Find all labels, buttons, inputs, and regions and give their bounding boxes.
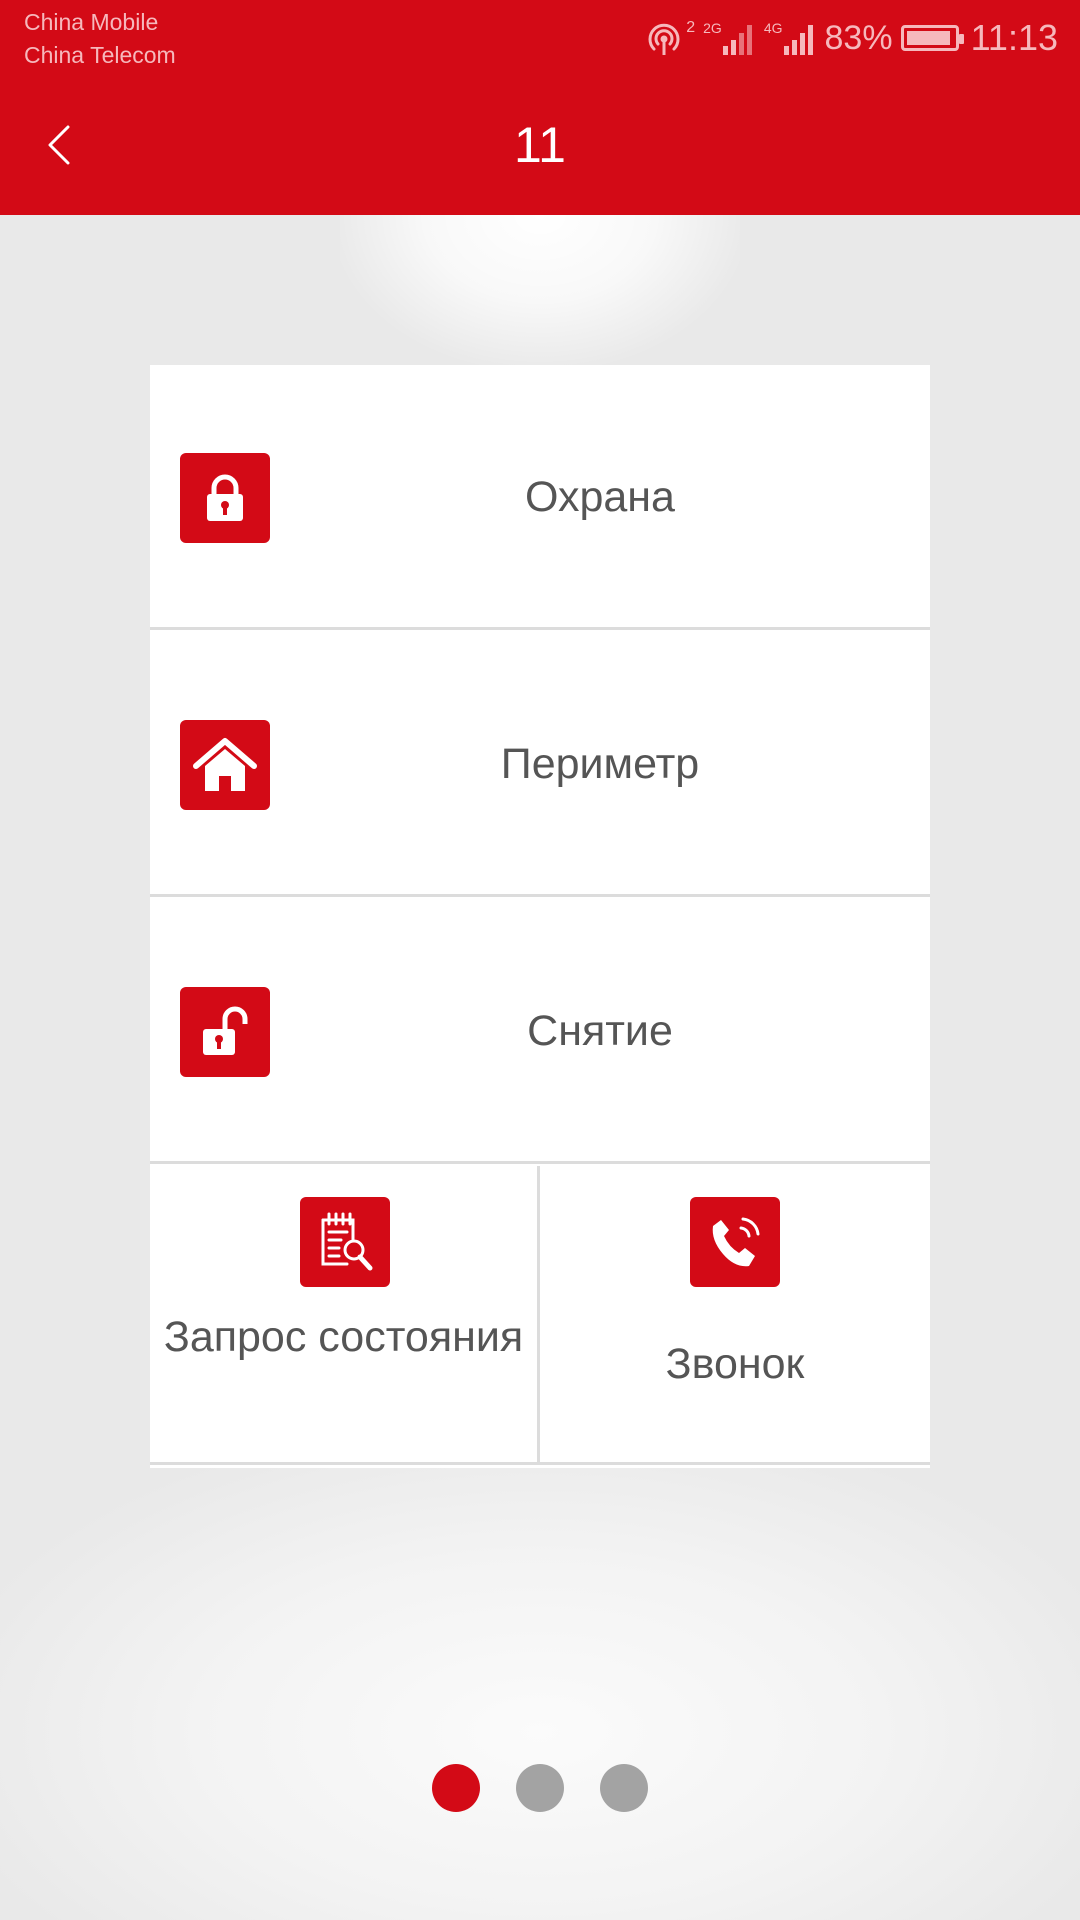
battery-icon (900, 25, 964, 51)
arm-label: Охрана (525, 473, 675, 521)
clock: 11:13 (970, 17, 1058, 58)
battery-percent: 83% (824, 18, 893, 57)
disarm-button[interactable]: Снятие (150, 899, 930, 1164)
page-indicator (0, 1764, 1080, 1814)
arm-button[interactable]: Охрана (150, 365, 930, 630)
carrier-1: China Mobile (24, 9, 159, 35)
perimeter-button[interactable]: Периметр (150, 632, 930, 897)
signal-1: 2G (703, 20, 756, 56)
disarm-label: Снятие (527, 1007, 673, 1055)
carrier-info: China Mobile China Telecom (24, 6, 176, 72)
document-search-icon (300, 1197, 390, 1287)
signal-2: 4G (764, 20, 817, 56)
spotlight-decoration (340, 215, 740, 365)
status-request-button[interactable]: Запрос состояния (150, 1166, 540, 1465)
carrier-2: China Telecom (24, 42, 176, 68)
perimeter-label: Периметр (500, 740, 700, 788)
network-type-2: 4G (763, 20, 783, 36)
call-label: Звонок (665, 1340, 805, 1388)
signal-bars-icon (722, 25, 752, 55)
unlock-icon (180, 987, 270, 1077)
page-dot-3[interactable] (600, 1764, 648, 1812)
signal-bars-icon (783, 25, 813, 55)
lock-icon (180, 453, 270, 543)
page-title: 11 (514, 117, 566, 173)
status-request-label: Запрос состояния (163, 1313, 524, 1361)
phone-icon (690, 1197, 780, 1287)
control-panel: Охрана Периметр Снятие Запрос состояния … (150, 365, 930, 1468)
floor-decoration (0, 1450, 1080, 1920)
page-dot-2[interactable] (516, 1764, 564, 1812)
call-button[interactable]: Звонок (540, 1166, 930, 1465)
app-header: China Mobile China Telecom 2 2G 4G 83% 1… (0, 0, 1080, 215)
status-icons: 2 2G 4G 83% 11:13 (644, 14, 1058, 62)
hotspot-count: 2 (686, 19, 696, 36)
network-type-1: 2G (703, 20, 722, 36)
home-icon (180, 720, 270, 810)
hotspot-icon: 2 (644, 19, 695, 57)
page-dot-1[interactable] (432, 1764, 480, 1812)
